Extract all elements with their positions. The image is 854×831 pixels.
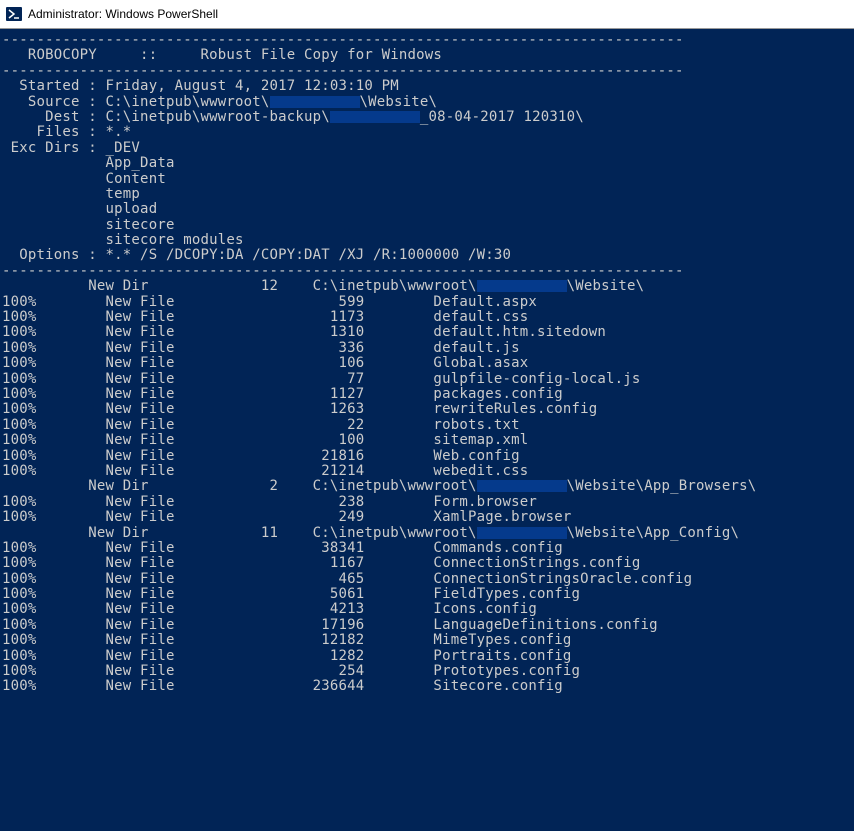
console-line: ROBOCOPY :: Robust File Copy for Windows (2, 48, 852, 63)
console-line: 100% New File 77 gulpfile-config-local.j… (2, 372, 852, 387)
window-title: Administrator: Windows PowerShell (28, 7, 218, 21)
console-line: New Dir 11 C:\inetpub\wwwroot\\Website\A… (2, 526, 852, 541)
console-output[interactable]: ----------------------------------------… (0, 29, 854, 699)
console-line: Options : *.* /S /DCOPY:DA /COPY:DAT /XJ… (2, 248, 852, 263)
console-line: 100% New File 236644 Sitecore.config (2, 679, 852, 694)
console-line: 100% New File 21816 Web.config (2, 449, 852, 464)
console-line: ----------------------------------------… (2, 64, 852, 79)
powershell-icon (6, 6, 22, 22)
console-line: 100% New File 465 ConnectionStringsOracl… (2, 572, 852, 587)
console-line: sitecore (2, 218, 852, 233)
console-line: 100% New File 12182 MimeTypes.config (2, 633, 852, 648)
console-line: Content (2, 172, 852, 187)
console-line: New Dir 2 C:\inetpub\wwwroot\\Website\Ap… (2, 479, 852, 494)
console-line: sitecore modules (2, 233, 852, 248)
console-line: App_Data (2, 156, 852, 171)
console-line: 100% New File 1310 default.htm.sitedown (2, 325, 852, 340)
console-line: ----------------------------------------… (2, 264, 852, 279)
console-line: 100% New File 17196 LanguageDefinitions.… (2, 618, 852, 633)
console-line: 100% New File 38341 Commands.config (2, 541, 852, 556)
console-line: Source : C:\inetpub\wwwroot\\Website\ (2, 95, 852, 110)
console-line: Started : Friday, August 4, 2017 12:03:1… (2, 79, 852, 94)
console-line: 100% New File 5061 FieldTypes.config (2, 587, 852, 602)
console-line: ----------------------------------------… (2, 33, 852, 48)
console-line: 100% New File 106 Global.asax (2, 356, 852, 371)
window-titlebar[interactable]: Administrator: Windows PowerShell (0, 0, 854, 29)
console-line: 100% New File 1167 ConnectionStrings.con… (2, 556, 852, 571)
console-line: 100% New File 1263 rewriteRules.config (2, 402, 852, 417)
console-line: 100% New File 254 Prototypes.config (2, 664, 852, 679)
console-line: Exc Dirs : _DEV (2, 141, 852, 156)
console-line: 100% New File 249 XamlPage.browser (2, 510, 852, 525)
console-line: 100% New File 1282 Portraits.config (2, 649, 852, 664)
console-line: 100% New File 21214 webedit.css (2, 464, 852, 479)
console-line: 100% New File 599 Default.aspx (2, 295, 852, 310)
console-line: 100% New File 1173 default.css (2, 310, 852, 325)
console-line: 100% New File 22 robots.txt (2, 418, 852, 433)
console-line: temp (2, 187, 852, 202)
console-line: Dest : C:\inetpub\wwwroot-backup\_08-04-… (2, 110, 852, 125)
console-line: 100% New File 336 default.js (2, 341, 852, 356)
console-line: 100% New File 100 sitemap.xml (2, 433, 852, 448)
console-line: 100% New File 1127 packages.config (2, 387, 852, 402)
console-line: upload (2, 202, 852, 217)
console-line: 100% New File 238 Form.browser (2, 495, 852, 510)
console-line: Files : *.* (2, 125, 852, 140)
console-line: 100% New File 4213 Icons.config (2, 602, 852, 617)
console-line: New Dir 12 C:\inetpub\wwwroot\\Website\ (2, 279, 852, 294)
